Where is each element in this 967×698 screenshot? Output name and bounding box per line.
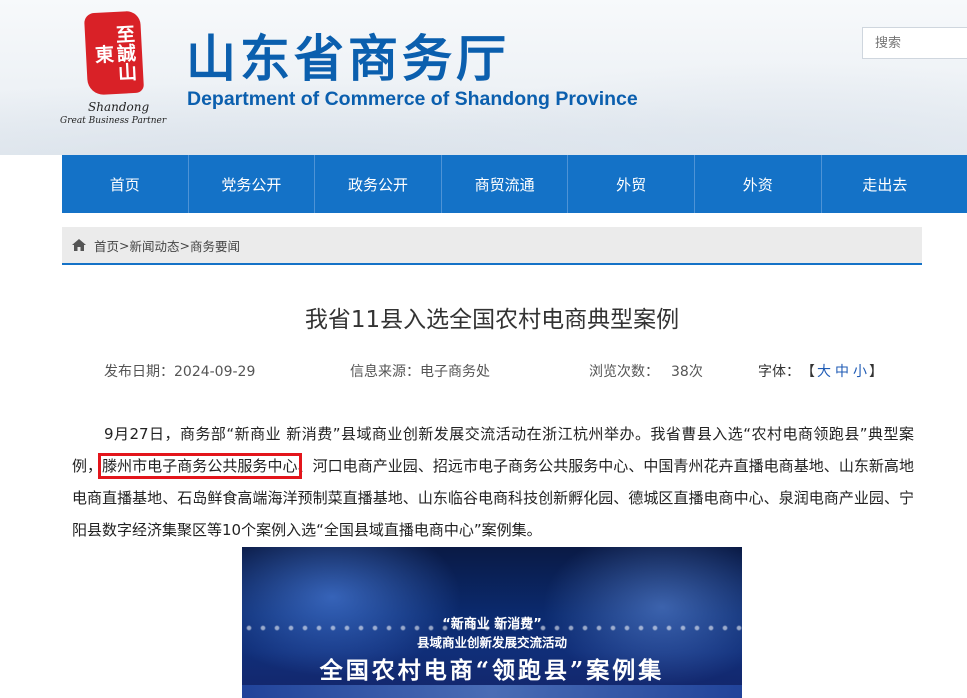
- search-input[interactable]: [863, 28, 967, 58]
- image-caption-line3: 全国农村电商“领跑县”案例集: [319, 657, 665, 684]
- breadcrumb-news-link[interactable]: 新闻动态: [130, 236, 180, 255]
- image-caption-line2: 县域商业创新发展交流活动: [416, 635, 567, 650]
- publish-date-label: 发布日期：: [104, 364, 174, 380]
- logo-seal-text: 至誠山東: [91, 23, 138, 82]
- font-size-bracket-close: 】: [869, 364, 883, 380]
- breadcrumb-business-news-link[interactable]: 商务要闻: [190, 236, 240, 255]
- nav-item-going-global[interactable]: 走出去: [822, 155, 949, 213]
- view-count-value: 38次: [671, 364, 703, 380]
- site-subtitle: Department of Commerce of Shandong Provi…: [187, 88, 638, 110]
- nav-item-trade-circulation[interactable]: 商贸流通: [442, 155, 569, 213]
- search-box[interactable]: [862, 27, 967, 59]
- publish-date: 发布日期：2024-09-29: [104, 361, 255, 381]
- breadcrumb: 首页 > 新闻动态 > 商务要闻: [62, 227, 922, 265]
- breadcrumb-separator: >: [119, 237, 130, 253]
- logo-tagline-2: Great Business Partner: [60, 116, 167, 126]
- font-size-large-button[interactable]: 大: [817, 364, 831, 380]
- article-image: “新商业 新消费” 县域商业创新发展交流活动 全国农村电商“领跑县”案例集: [242, 547, 742, 698]
- nav-item-foreign-trade[interactable]: 外贸: [568, 155, 695, 213]
- info-source-label: 信息来源：: [350, 364, 420, 380]
- font-size-label: 字体：: [758, 364, 800, 380]
- info-source-value: 电子商务处: [420, 364, 490, 380]
- nav-item-foreign-investment[interactable]: 外资: [695, 155, 822, 213]
- publish-date-value: 2024-09-29: [174, 364, 256, 380]
- site-title: 山东省商务厅: [186, 30, 510, 88]
- nav-item-home[interactable]: 首页: [62, 155, 189, 213]
- view-count-label: 浏览次数：: [589, 364, 659, 380]
- nav-item-government-affairs[interactable]: 政务公开: [315, 155, 442, 213]
- font-size-bracket-open: 【: [808, 364, 815, 380]
- font-size-medium-button[interactable]: 中: [835, 364, 849, 380]
- view-count: 浏览次数： 38次: [589, 361, 703, 381]
- article-body: 9月27日，商务部“新商业 新消费”县域商业创新发展交流活动在浙江杭州举办。我省…: [72, 418, 914, 546]
- logo-tagline-1: Shandong: [88, 100, 150, 114]
- font-size-control: 字体： 【大中小】: [758, 361, 883, 381]
- image-stage-floor: [242, 685, 742, 698]
- site-header: 至誠山東 Shandong Great Business Partner 山东省…: [0, 0, 967, 155]
- highlighted-text: 滕州市电子商务公共服务中心: [98, 453, 302, 479]
- main-nav: 首页 党务公开 政务公开 商贸流通 外贸 外资 走出去: [62, 155, 967, 213]
- nav-item-party-affairs[interactable]: 党务公开: [189, 155, 316, 213]
- home-icon: [72, 239, 86, 251]
- breadcrumb-home-link[interactable]: 首页: [94, 236, 119, 255]
- breadcrumb-separator: >: [179, 237, 190, 253]
- info-source: 信息来源：电子商务处: [350, 361, 490, 381]
- article-paragraph: 9月27日，商务部“新商业 新消费”县域商业创新发展交流活动在浙江杭州举办。我省…: [72, 418, 914, 546]
- article-title: 我省11县入选全国农村电商典型案例: [304, 307, 680, 333]
- image-caption-line1: “新商业 新消费”: [442, 617, 542, 632]
- site-logo[interactable]: 至誠山東 Shandong Great Business Partner: [60, 10, 178, 132]
- font-size-small-button[interactable]: 小: [853, 364, 867, 380]
- logo-seal: 至誠山東: [83, 10, 145, 96]
